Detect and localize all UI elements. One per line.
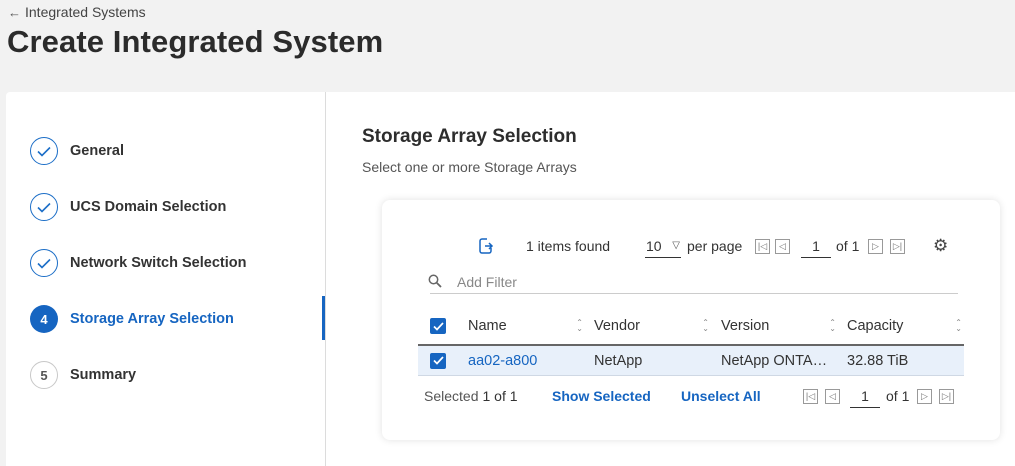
column-label: Vendor [594,318,640,334]
per-page-label: per page [687,238,743,254]
last-page-button[interactable]: ▷| [890,234,905,258]
last-page-icon: ▷| [890,238,905,254]
gear-icon[interactable]: ⚙ [933,234,948,258]
step-label: General [70,143,124,159]
selected-count: 1 of 1 [482,388,518,404]
page-of-label: of 1 [836,238,860,254]
check-circle-icon [30,249,58,277]
selected-label: Selected [424,388,479,404]
prev-page-icon: ◁ [775,238,790,254]
version-text: NetApp ONTAP 9.12 [721,352,833,369]
section-title: Storage Array Selection [362,126,577,147]
step-network-switch-selection[interactable]: Network Switch Selection [30,248,246,278]
table-footer: Selected 1 of 1 Show Selected Unselect A… [382,384,1000,408]
sort-icon: ⌃ ⌄ [576,318,583,333]
per-page-value: 10 [646,237,662,254]
check-circle-icon [30,193,58,221]
column-label: Version [721,318,770,334]
filter-input[interactable] [457,273,937,290]
selected-summary: Selected 1 of 1 [424,384,518,408]
page-title: Create Integrated System [7,24,384,59]
sort-icon: ⌃ ⌄ [829,318,836,333]
step-label: Storage Array Selection [70,311,234,327]
next-page-button[interactable]: ▷ [868,234,883,258]
footer-page-number-input[interactable]: 1 [850,384,880,408]
column-header-capacity[interactable]: Capacity ⌃ ⌄ [847,308,962,344]
step-label: Summary [70,367,137,383]
chevron-down-icon: ▽ [672,240,680,251]
filter-bar [428,270,958,294]
step-label: UCS Domain Selection [70,199,227,215]
step-number-badge: 5 [30,361,58,389]
export-icon[interactable] [478,234,494,258]
prev-page-button[interactable]: ◁ [775,234,790,258]
prev-page-icon: ◁ [825,388,840,404]
first-page-icon: |◁ [755,238,770,254]
search-icon [428,274,442,293]
active-step-indicator [322,296,325,340]
sort-icon: ⌃ ⌄ [955,318,962,333]
items-found-count: 1 items found [526,238,611,254]
cell-vendor: NetApp [594,352,643,369]
step-ucs-domain-selection[interactable]: UCS Domain Selection [30,192,226,222]
column-header-vendor[interactable]: Vendor ⌃ ⌄ [594,308,709,344]
table-header: Name ⌃ ⌄ Vendor ⌃ ⌄ Version ⌃ ⌄ Capacity ⌃ ⌄ [418,308,964,346]
step-summary[interactable]: 5 Summary [30,360,136,390]
section-subtitle: Select one or more Storage Arrays [362,159,577,175]
breadcrumb[interactable]: ← Integrated Systems [8,4,146,20]
column-label: Capacity [847,318,904,334]
per-page-select[interactable]: 10 ▽ [645,234,681,258]
column-header-name[interactable]: Name ⌃ ⌄ [468,308,583,344]
step-number-badge: 4 [30,305,58,333]
step-general[interactable]: General [30,136,124,166]
wizard-panel: General UCS Domain Selection Network Swi… [6,92,1015,466]
back-arrow-icon[interactable]: ← [8,5,21,20]
first-page-button[interactable]: |◁ [755,234,770,258]
table-row[interactable]: aa02-a800 NetApp NetApp ONTAP 9.12 32.88… [418,346,964,376]
footer-next-page-button[interactable]: ▷ [917,384,932,408]
step-storage-array-selection[interactable]: 4 Storage Array Selection [30,304,234,334]
cell-name[interactable]: aa02-a800 [468,346,583,375]
checkbox-checked-icon [430,352,446,369]
cell-capacity: 32.88 TiB [847,352,909,369]
storage-array-table-card: 1 items found 10 ▽ per page |◁ ◁ 1 of 1 … [382,200,1000,440]
unselect-all-button[interactable]: Unselect All [681,384,761,408]
checkbox-checked-icon [430,318,446,334]
breadcrumb-label[interactable]: Integrated Systems [25,4,146,20]
check-circle-icon [30,137,58,165]
table-toolbar: 1 items found 10 ▽ per page |◁ ◁ 1 of 1 … [382,234,1000,258]
footer-prev-page-button[interactable]: ◁ [825,384,840,408]
wizard-stepper: General UCS Domain Selection Network Swi… [6,92,326,466]
show-selected-button[interactable]: Show Selected [552,384,651,408]
first-page-icon: |◁ [803,388,818,404]
cell-version: NetApp ONTAP 9.12 [721,346,836,375]
sort-icon: ⌃ ⌄ [702,318,709,333]
footer-last-page-button[interactable]: ▷| [939,384,954,408]
select-all-checkbox[interactable] [418,318,458,334]
next-page-icon: ▷ [868,238,883,254]
step-label: Network Switch Selection [70,255,247,271]
row-checkbox[interactable] [418,352,458,369]
last-page-icon: ▷| [939,388,954,404]
next-page-icon: ▷ [917,388,932,404]
footer-page-of-label: of 1 [886,388,910,404]
storage-array-link[interactable]: aa02-a800 [468,353,537,369]
column-label: Name [468,318,507,334]
footer-first-page-button[interactable]: |◁ [803,384,818,408]
page-number-input[interactable]: 1 [801,234,831,258]
column-header-version[interactable]: Version ⌃ ⌄ [721,308,836,344]
